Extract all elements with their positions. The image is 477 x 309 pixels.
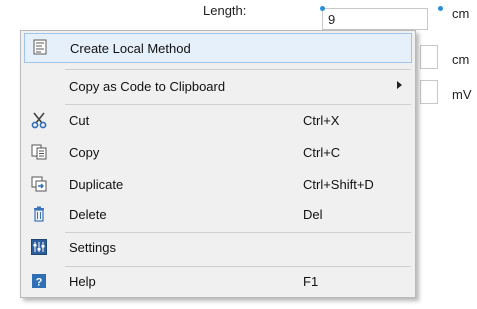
shortcut-help: F1 (303, 274, 319, 289)
settings-icon (30, 238, 48, 256)
shortcut-copy: Ctrl+C (303, 145, 341, 160)
menu-separator (65, 232, 411, 233)
menu-item-duplicate[interactable]: Duplicate Ctrl+Shift+D (24, 171, 412, 199)
menu-label-help: Help (69, 274, 96, 289)
length-label: Length: (203, 3, 247, 18)
menu-separator (65, 266, 411, 267)
scissors-icon (30, 111, 48, 129)
menu-label-create-local-method: Create Local Method (70, 41, 191, 56)
method-icon (31, 38, 49, 56)
length-value: 9 (328, 12, 336, 27)
field-2-unit: cm (452, 52, 470, 67)
duplicate-icon (30, 175, 48, 193)
menu-separator (65, 69, 411, 70)
trash-icon (30, 205, 48, 223)
submenu-arrow-icon (397, 81, 402, 89)
menu-item-create-local-method[interactable]: Create Local Method (24, 33, 412, 63)
menu-item-settings[interactable]: Settings (24, 234, 412, 262)
field-2-input[interactable] (420, 45, 438, 69)
selection-handle-left[interactable] (320, 6, 325, 11)
svg-text:?: ? (36, 277, 43, 289)
menu-label-settings: Settings (69, 240, 116, 255)
help-icon: ? (30, 272, 48, 290)
length-input[interactable]: 9 (322, 8, 428, 30)
menu-separator (65, 104, 411, 105)
selection-handle-right[interactable] (438, 6, 443, 11)
menu-item-delete[interactable]: Delete Del (24, 201, 412, 229)
copy-icon (30, 143, 48, 161)
field-3-unit: mV (452, 87, 472, 102)
menu-label-copy-as-code: Copy as Code to Clipboard (69, 79, 226, 94)
menu-label-cut: Cut (69, 113, 90, 128)
length-unit: cm (452, 6, 470, 21)
menu-label-duplicate: Duplicate (69, 177, 124, 192)
menu-label-delete: Delete (69, 207, 107, 222)
shortcut-duplicate: Ctrl+Shift+D (303, 177, 374, 192)
menu-item-cut[interactable]: Cut Ctrl+X (24, 107, 412, 135)
shortcut-cut: Ctrl+X (303, 113, 340, 128)
menu-item-copy-as-code[interactable]: Copy as Code to Clipboard (24, 73, 412, 101)
menu-label-copy: Copy (69, 145, 100, 160)
shortcut-delete: Del (303, 207, 323, 222)
menu-item-copy[interactable]: Copy Ctrl+C (24, 139, 412, 167)
menu-item-help[interactable]: ? Help F1 (24, 268, 412, 296)
context-menu: Create Local Method Copy as Code to Clip… (20, 30, 416, 298)
field-3-input[interactable] (420, 80, 438, 104)
